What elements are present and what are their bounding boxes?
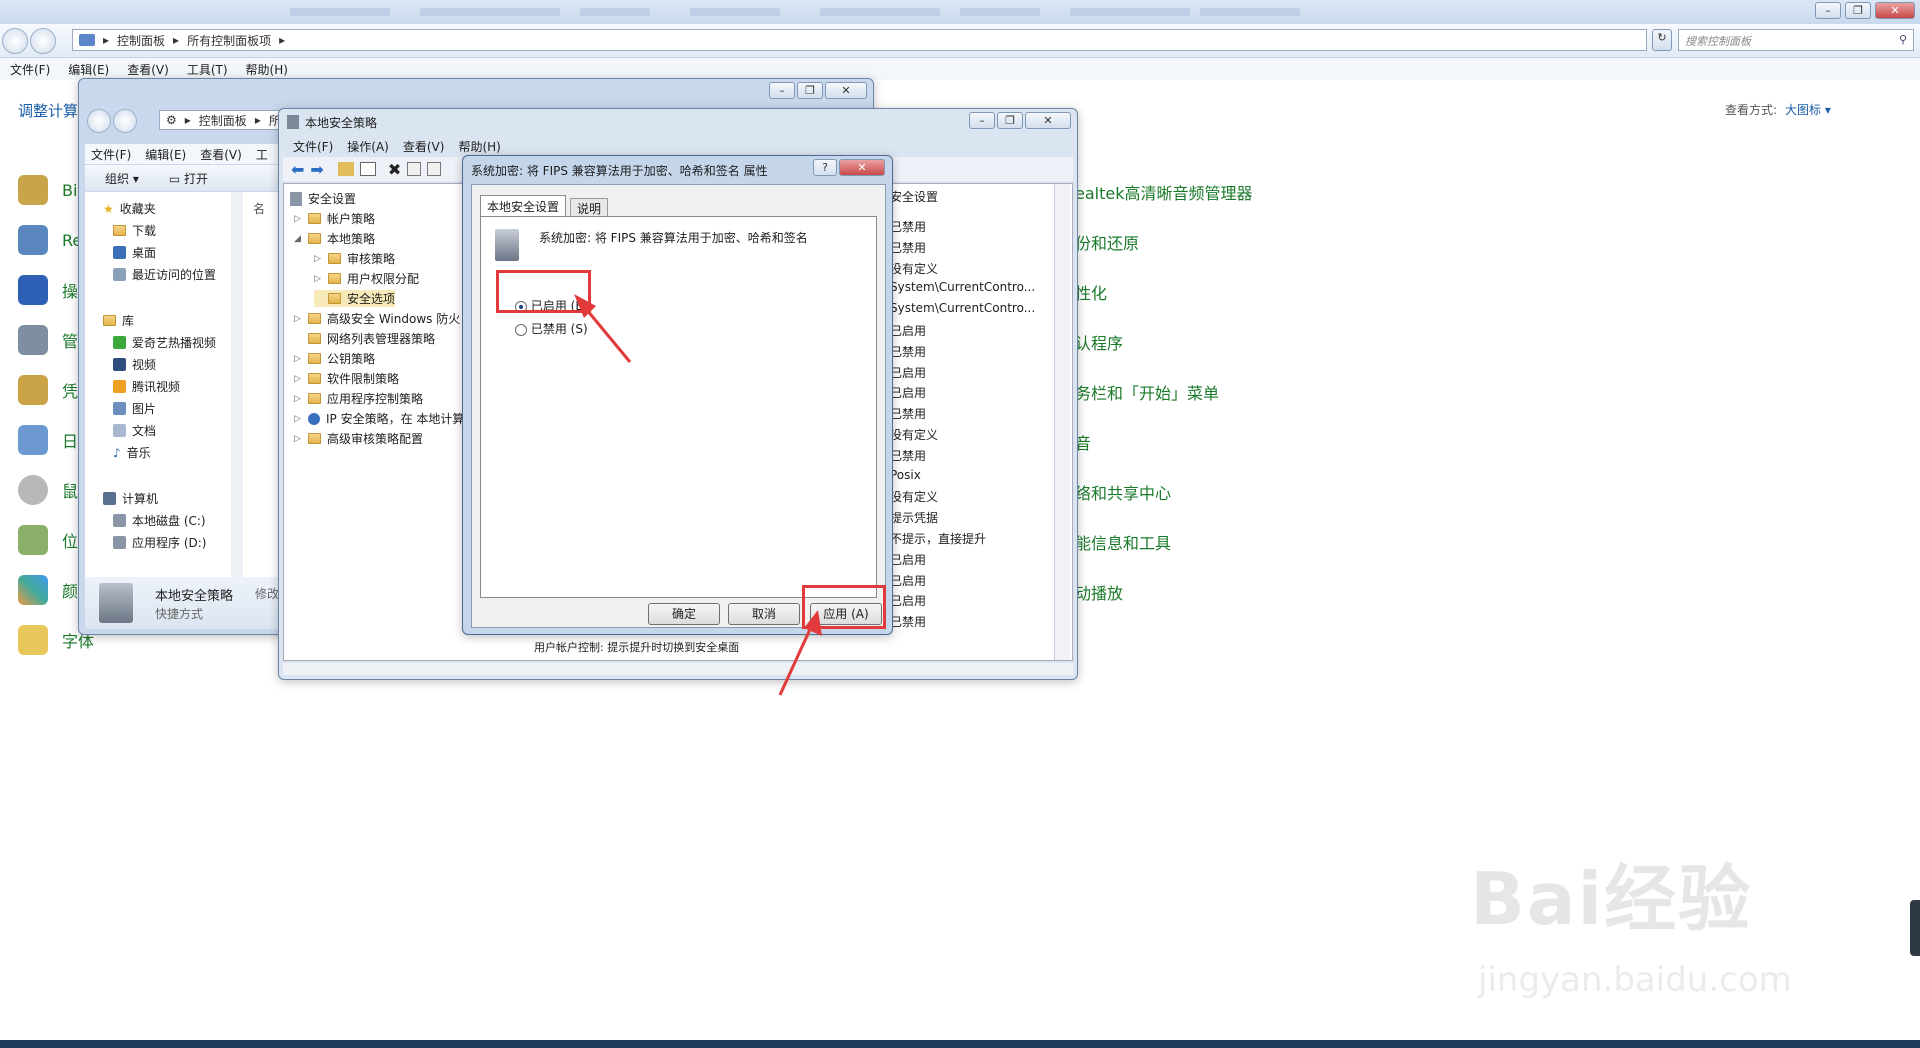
arrow-to-apply-icon: [778, 610, 822, 696]
watermark-url: jingyan.baidu.com: [1478, 960, 1792, 1000]
taskbar: [0, 1040, 1920, 1048]
watermark-logo: Bai经验: [1470, 857, 1753, 941]
arrow-to-enabled-icon: [574, 294, 632, 363]
side-widget[interactable]: [1910, 900, 1920, 956]
